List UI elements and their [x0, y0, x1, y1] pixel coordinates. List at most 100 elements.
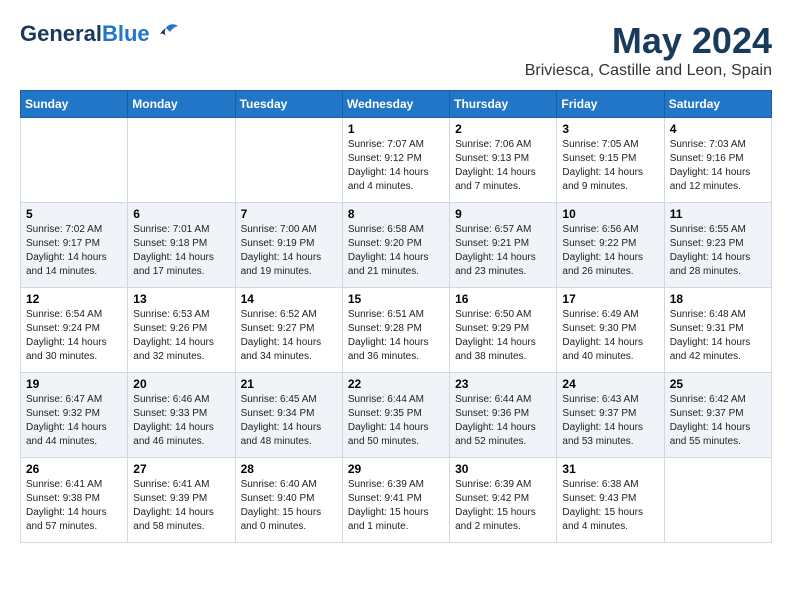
day-info: Sunrise: 7:00 AM Sunset: 9:19 PM Dayligh… [241, 223, 337, 279]
day-info: Sunrise: 7:07 AM Sunset: 9:12 PM Dayligh… [348, 138, 444, 194]
day-info: Sunrise: 6:41 AM Sunset: 9:39 PM Dayligh… [133, 478, 229, 534]
day-info: Sunrise: 6:55 AM Sunset: 9:23 PM Dayligh… [670, 223, 766, 279]
day-number: 27 [133, 462, 229, 476]
calendar-header: SundayMondayTuesdayWednesdayThursdayFrid… [21, 91, 772, 118]
day-info: Sunrise: 7:06 AM Sunset: 9:13 PM Dayligh… [455, 138, 551, 194]
main-title: May 2024 [525, 20, 772, 62]
day-info: Sunrise: 6:39 AM Sunset: 9:41 PM Dayligh… [348, 478, 444, 534]
calendar-week-3: 12 Sunrise: 6:54 AM Sunset: 9:24 PM Dayli… [21, 288, 772, 373]
day-info: Sunrise: 6:50 AM Sunset: 9:29 PM Dayligh… [455, 308, 551, 364]
day-number: 21 [241, 377, 337, 391]
calendar-table: SundayMondayTuesdayWednesdayThursdayFrid… [20, 90, 772, 543]
calendar-cell: 25 Sunrise: 6:42 AM Sunset: 9:37 PM Dayli… [664, 373, 771, 458]
calendar-cell: 30Sunrise: 6:39 AM Sunset: 9:42 PM Dayli… [450, 458, 557, 543]
calendar-cell: 19 Sunrise: 6:47 AM Sunset: 9:32 PM Dayli… [21, 373, 128, 458]
calendar-cell: 8 Sunrise: 6:58 AM Sunset: 9:20 PM Daylig… [342, 203, 449, 288]
day-number: 26 [26, 462, 122, 476]
day-info: Sunrise: 6:53 AM Sunset: 9:26 PM Dayligh… [133, 308, 229, 364]
day-info: Sunrise: 6:39 AM Sunset: 9:42 PM Dayligh… [455, 478, 551, 534]
subtitle: Briviesca, Castille and Leon, Spain [525, 62, 772, 80]
calendar-cell: 27 Sunrise: 6:41 AM Sunset: 9:39 PM Dayli… [128, 458, 235, 543]
day-number: 10 [562, 207, 658, 221]
title-block: May 2024 Briviesca, Castille and Leon, S… [525, 20, 772, 80]
day-number: 25 [670, 377, 766, 391]
calendar-cell: 20 Sunrise: 6:46 AM Sunset: 9:33 PM Dayli… [128, 373, 235, 458]
day-number: 13 [133, 292, 229, 306]
day-info: Sunrise: 7:05 AM Sunset: 9:15 PM Dayligh… [562, 138, 658, 194]
calendar-cell [664, 458, 771, 543]
day-info: Sunrise: 6:49 AM Sunset: 9:30 PM Dayligh… [562, 308, 658, 364]
day-number: 5 [26, 207, 122, 221]
calendar-week-5: 26 Sunrise: 6:41 AM Sunset: 9:38 PM Dayli… [21, 458, 772, 543]
day-info: Sunrise: 7:03 AM Sunset: 9:16 PM Dayligh… [670, 138, 766, 194]
calendar-cell: 15Sunrise: 6:51 AM Sunset: 9:28 PM Dayli… [342, 288, 449, 373]
logo-bird-icon [152, 20, 180, 48]
day-header-monday: Monday [128, 91, 235, 118]
day-header-thursday: Thursday [450, 91, 557, 118]
day-number: 28 [241, 462, 337, 476]
calendar-week-1: 1 Sunrise: 7:07 AM Sunset: 9:12 PM Daylig… [21, 118, 772, 203]
day-info: Sunrise: 6:57 AM Sunset: 9:21 PM Dayligh… [455, 223, 551, 279]
day-number: 11 [670, 207, 766, 221]
day-info: Sunrise: 6:40 AM Sunset: 9:40 PM Dayligh… [241, 478, 337, 534]
day-number: 3 [562, 122, 658, 136]
calendar-cell: 14Sunrise: 6:52 AM Sunset: 9:27 PM Dayli… [235, 288, 342, 373]
day-info: Sunrise: 7:01 AM Sunset: 9:18 PM Dayligh… [133, 223, 229, 279]
day-number: 15 [348, 292, 444, 306]
day-number: 17 [562, 292, 658, 306]
day-header-sunday: Sunday [21, 91, 128, 118]
day-info: Sunrise: 6:41 AM Sunset: 9:38 PM Dayligh… [26, 478, 122, 534]
day-header-saturday: Saturday [664, 91, 771, 118]
calendar-cell: 21 Sunrise: 6:45 AM Sunset: 9:34 PM Dayli… [235, 373, 342, 458]
day-info: Sunrise: 6:56 AM Sunset: 9:22 PM Dayligh… [562, 223, 658, 279]
calendar-week-4: 19 Sunrise: 6:47 AM Sunset: 9:32 PM Dayli… [21, 373, 772, 458]
day-header-friday: Friday [557, 91, 664, 118]
day-number: 1 [348, 122, 444, 136]
day-info: Sunrise: 6:48 AM Sunset: 9:31 PM Dayligh… [670, 308, 766, 364]
logo-general: General [20, 21, 102, 46]
calendar-cell: 5 Sunrise: 7:02 AM Sunset: 9:17 PM Daylig… [21, 203, 128, 288]
day-info: Sunrise: 7:02 AM Sunset: 9:17 PM Dayligh… [26, 223, 122, 279]
calendar-cell: 17 Sunrise: 6:49 AM Sunset: 9:30 PM Dayli… [557, 288, 664, 373]
day-number: 29 [348, 462, 444, 476]
logo: GeneralBlue [20, 20, 180, 48]
calendar-week-2: 5 Sunrise: 7:02 AM Sunset: 9:17 PM Daylig… [21, 203, 772, 288]
page-header: GeneralBlue May 2024 Briviesca, Castille… [20, 20, 772, 80]
day-number: 12 [26, 292, 122, 306]
day-header-wednesday: Wednesday [342, 91, 449, 118]
day-info: Sunrise: 6:54 AM Sunset: 9:24 PM Dayligh… [26, 308, 122, 364]
calendar-cell: 3 Sunrise: 7:05 AM Sunset: 9:15 PM Daylig… [557, 118, 664, 203]
day-info: Sunrise: 6:42 AM Sunset: 9:37 PM Dayligh… [670, 393, 766, 449]
day-info: Sunrise: 6:45 AM Sunset: 9:34 PM Dayligh… [241, 393, 337, 449]
day-info: Sunrise: 6:58 AM Sunset: 9:20 PM Dayligh… [348, 223, 444, 279]
calendar-cell: 4Sunrise: 7:03 AM Sunset: 9:16 PM Daylig… [664, 118, 771, 203]
calendar-cell: 28 Sunrise: 6:40 AM Sunset: 9:40 PM Dayli… [235, 458, 342, 543]
calendar-cell: 18 Sunrise: 6:48 AM Sunset: 9:31 PM Dayli… [664, 288, 771, 373]
day-number: 22 [348, 377, 444, 391]
calendar-cell: 2Sunrise: 7:06 AM Sunset: 9:13 PM Daylig… [450, 118, 557, 203]
day-number: 20 [133, 377, 229, 391]
calendar-cell: 13 Sunrise: 6:53 AM Sunset: 9:26 PM Dayli… [128, 288, 235, 373]
calendar-cell: 16 Sunrise: 6:50 AM Sunset: 9:29 PM Dayli… [450, 288, 557, 373]
calendar-cell: 6 Sunrise: 7:01 AM Sunset: 9:18 PM Daylig… [128, 203, 235, 288]
day-number: 31 [562, 462, 658, 476]
day-info: Sunrise: 6:44 AM Sunset: 9:35 PM Dayligh… [348, 393, 444, 449]
day-number: 18 [670, 292, 766, 306]
calendar-cell [128, 118, 235, 203]
calendar-cell: 24 Sunrise: 6:43 AM Sunset: 9:37 PM Dayli… [557, 373, 664, 458]
day-number: 6 [133, 207, 229, 221]
calendar-cell: 23Sunrise: 6:44 AM Sunset: 9:36 PM Dayli… [450, 373, 557, 458]
day-number: 16 [455, 292, 551, 306]
day-number: 8 [348, 207, 444, 221]
day-info: Sunrise: 6:43 AM Sunset: 9:37 PM Dayligh… [562, 393, 658, 449]
day-info: Sunrise: 6:38 AM Sunset: 9:43 PM Dayligh… [562, 478, 658, 534]
calendar-cell: 26 Sunrise: 6:41 AM Sunset: 9:38 PM Dayli… [21, 458, 128, 543]
day-number: 19 [26, 377, 122, 391]
day-number: 23 [455, 377, 551, 391]
day-info: Sunrise: 6:47 AM Sunset: 9:32 PM Dayligh… [26, 393, 122, 449]
day-number: 24 [562, 377, 658, 391]
day-header-tuesday: Tuesday [235, 91, 342, 118]
day-number: 9 [455, 207, 551, 221]
calendar-cell [21, 118, 128, 203]
day-info: Sunrise: 6:46 AM Sunset: 9:33 PM Dayligh… [133, 393, 229, 449]
